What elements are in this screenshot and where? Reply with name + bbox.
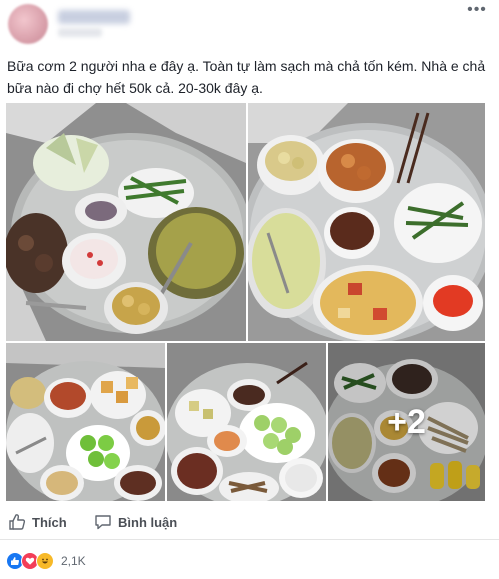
- comment-label: Bình luận: [118, 514, 178, 530]
- like-button[interactable]: Thích: [8, 509, 67, 535]
- photo-grid: +2: [0, 103, 499, 503]
- post-card: ••• Bữa cơm 2 người nha e đây ạ. Toàn tự…: [0, 0, 499, 579]
- post-timestamp-blurred[interactable]: [58, 28, 102, 37]
- photo-4-image: [167, 343, 326, 501]
- avatar[interactable]: [8, 4, 48, 44]
- photo-1[interactable]: [6, 103, 246, 341]
- like-label: Thích: [32, 514, 67, 530]
- reaction-count: 2,1K: [61, 554, 86, 568]
- photo-2-image: [248, 103, 485, 341]
- comment-button[interactable]: Bình luận: [94, 509, 177, 535]
- photo-1-image: [6, 103, 246, 341]
- post-header: •••: [0, 0, 499, 46]
- comment-icon: [95, 515, 111, 530]
- more-options-icon[interactable]: •••: [465, 2, 489, 22]
- photo-2[interactable]: [248, 103, 485, 341]
- photo-3-image: [6, 343, 165, 501]
- photo-4[interactable]: [167, 343, 326, 501]
- photo-5-more[interactable]: +2: [328, 343, 485, 501]
- more-photos-count[interactable]: +2: [328, 343, 485, 501]
- post-actions-bar: Thích Bình luận: [0, 505, 499, 540]
- haha-reaction-icon: [36, 552, 54, 570]
- reactions-summary[interactable]: 2,1K: [6, 552, 86, 570]
- thumbs-up-icon: [9, 514, 26, 530]
- author-name-blurred[interactable]: [58, 10, 130, 24]
- photo-3[interactable]: [6, 343, 165, 501]
- post-text: Bữa cơm 2 người nha e đây ạ. Toàn tự làm…: [7, 58, 486, 96]
